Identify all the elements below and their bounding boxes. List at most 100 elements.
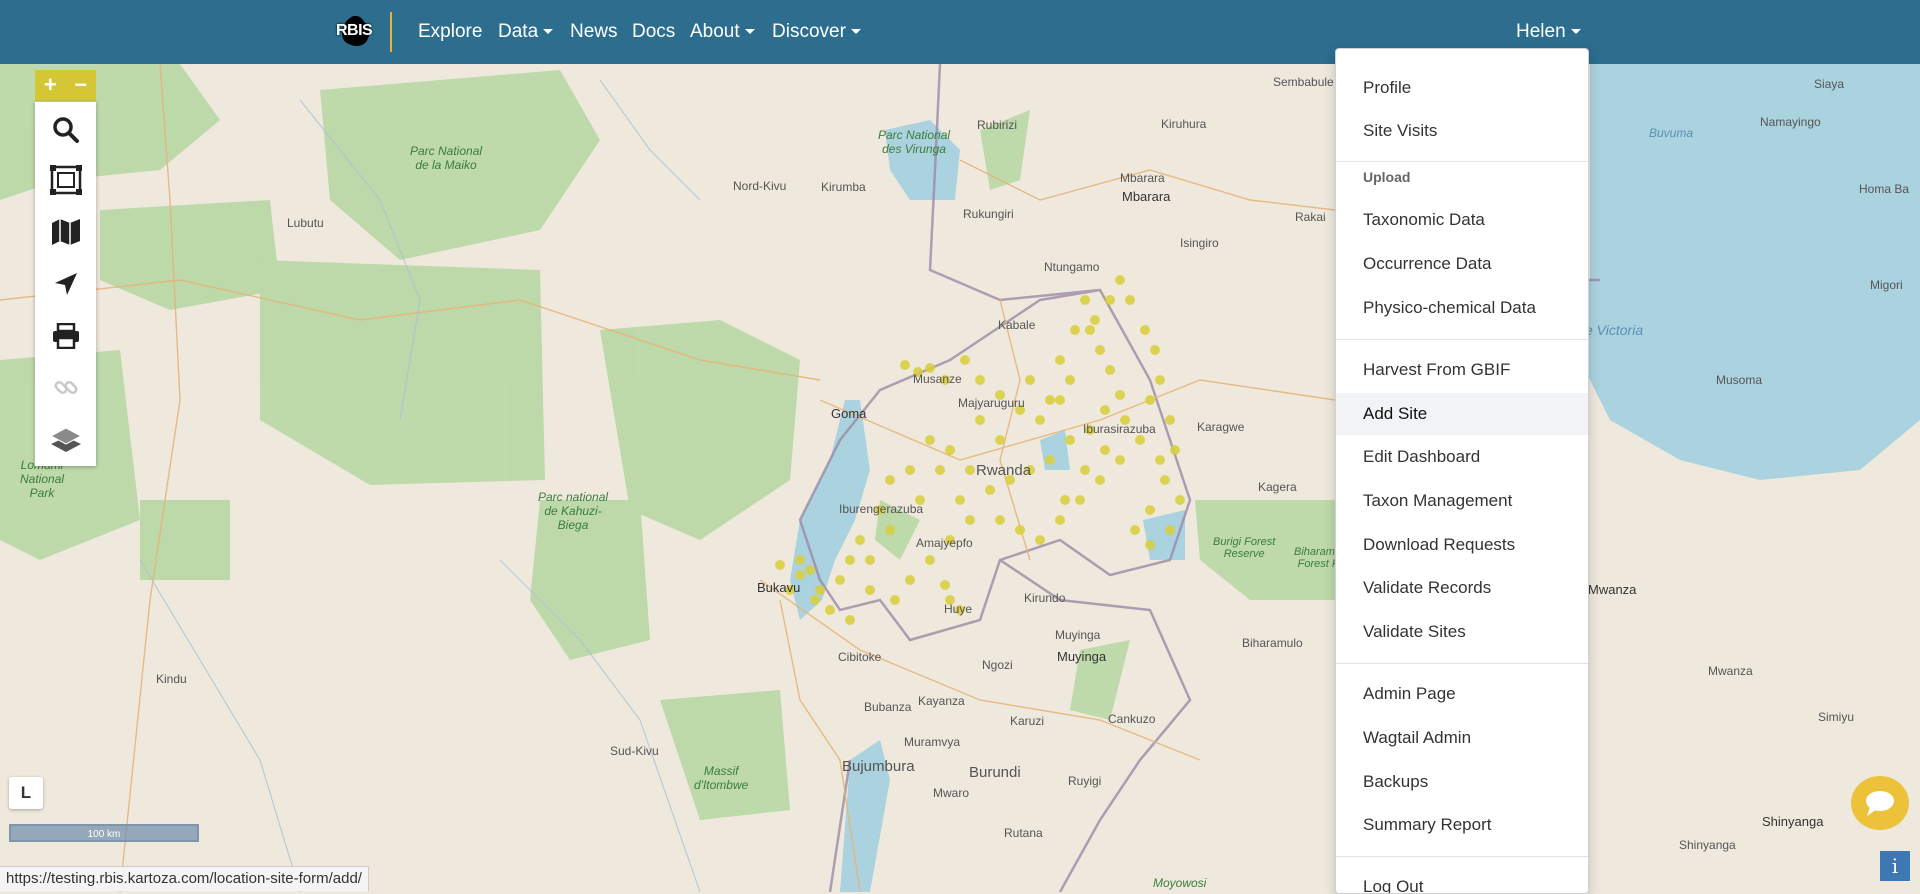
- nav-about[interactable]: About: [690, 21, 755, 43]
- map-label-karagwe: Karagwe: [1197, 420, 1245, 434]
- map-label-parc-virunga: Parc National des Virunga: [878, 128, 951, 156]
- rbis-logo[interactable]: RBIS: [336, 12, 378, 52]
- top-navbar: RBIS Explore Data News Docs About Discov…: [0, 0, 1920, 64]
- map-label-siaya: Siaya: [1814, 77, 1845, 91]
- legend-toggle-button[interactable]: L: [9, 777, 43, 809]
- map-label-kahuzi-biega: Parc national de Kahuzi- Biega: [538, 490, 609, 532]
- map-label-ngozi: Ngozi: [982, 658, 1013, 672]
- map-label-musanze: Musanze: [913, 372, 962, 386]
- map-label-ntungamo: Ntungamo: [1044, 260, 1100, 274]
- zoom-extent-button[interactable]: [35, 156, 96, 204]
- map-label-mbarara-city: Mbarara: [1122, 189, 1171, 204]
- map-canvas[interactable]: Parc National de la Maiko Parc National …: [0, 64, 1920, 892]
- caret-down-icon: [543, 29, 554, 35]
- caret-down-icon: [1570, 29, 1581, 35]
- caret-down-icon: [850, 29, 861, 35]
- map-label-goma: Goma: [831, 406, 867, 421]
- map-toolbar: [35, 102, 96, 466]
- zoom-in-button[interactable]: +: [35, 70, 66, 101]
- map-label-muyinga-region: Muyinga: [1055, 628, 1101, 642]
- map-label-kagera: Kagera: [1258, 480, 1297, 494]
- zoom-controls: + −: [35, 70, 96, 101]
- nav-docs[interactable]: Docs: [632, 21, 675, 43]
- map-label-burundi: Burundi: [969, 764, 1021, 781]
- menu-item-edit-dashboard[interactable]: Edit Dashboard: [1336, 437, 1588, 477]
- map-label-kirumba: Kirumba: [821, 180, 866, 194]
- chat-button[interactable]: [1851, 776, 1909, 830]
- menu-item-download-requests[interactable]: Download Requests: [1336, 525, 1588, 565]
- basemap-button[interactable]: [35, 208, 96, 256]
- locate-button[interactable]: [35, 260, 96, 308]
- nav-explore[interactable]: Explore: [418, 21, 482, 43]
- search-button[interactable]: [35, 106, 96, 154]
- map-label-amajyepfo: Amajyepfo: [916, 536, 973, 550]
- map-label-rakai: Rakai: [1295, 210, 1326, 224]
- map-label-rukungiri: Rukungiri: [963, 207, 1014, 221]
- menu-item-taxonomic-data[interactable]: Taxonomic Data: [1336, 200, 1588, 240]
- nav-discover[interactable]: Discover: [772, 21, 861, 43]
- chat-bubble-icon: [1866, 791, 1894, 816]
- status-bar-url: https://testing.rbis.kartoza.com/locatio…: [0, 866, 369, 891]
- user-dropdown-menu: Profile Site Visits Upload Taxonomic Dat…: [1335, 48, 1589, 894]
- map-label-rwanda: Rwanda: [976, 462, 1032, 479]
- search-icon: [52, 117, 79, 143]
- layers-icon: [49, 427, 82, 452]
- menu-item-validate-records[interactable]: Validate Records: [1336, 568, 1588, 608]
- menu-item-profile[interactable]: Profile: [1336, 68, 1588, 108]
- menu-item-summary-report[interactable]: Summary Report: [1336, 805, 1588, 845]
- nav-user-menu[interactable]: Helen: [1516, 21, 1581, 43]
- map-label-mwanza-city: Mwanza: [1588, 582, 1637, 597]
- scale-bar: 100 km: [9, 824, 199, 842]
- map-label-muramvya: Muramvya: [904, 735, 961, 749]
- menu-item-occurrence-data[interactable]: Occurrence Data: [1336, 244, 1588, 284]
- map-label-migori: Migori: [1870, 278, 1903, 292]
- caret-down-icon: [744, 29, 755, 35]
- layers-button[interactable]: [35, 416, 96, 464]
- map-label-shinyanga-region: Shinyanga: [1679, 838, 1736, 852]
- map-label-kiruhura: Kiruhura: [1161, 117, 1207, 131]
- menu-item-site-visits[interactable]: Site Visits: [1336, 111, 1588, 151]
- menu-item-taxon-management[interactable]: Taxon Management: [1336, 481, 1588, 521]
- map-label-sembabule: Sembabule: [1273, 75, 1334, 89]
- menu-divider: [1336, 161, 1588, 162]
- map-label-karuzi: Karuzi: [1010, 714, 1045, 728]
- map-label-muyinga: Muyinga: [1057, 649, 1107, 664]
- map-label-mwanza-region: Mwanza: [1708, 664, 1753, 678]
- map-label-majyaruguru: Majyaruguru: [958, 396, 1025, 410]
- map-label-rutana: Rutana: [1004, 826, 1043, 840]
- menu-divider: [1336, 856, 1588, 857]
- map-label-ruyigi: Ruyigi: [1068, 774, 1102, 788]
- map-label-buvuma: Buvuma: [1649, 126, 1694, 140]
- menu-item-log-out[interactable]: Log Out: [1336, 867, 1588, 893]
- menu-item-physico-chemical-data[interactable]: Physico-chemical Data: [1336, 288, 1588, 328]
- nav-news[interactable]: News: [570, 21, 618, 43]
- map-label-parc-maiko: Parc National de la Maiko: [410, 144, 483, 172]
- map-label-sud-kivu: Sud-Kivu: [610, 744, 659, 758]
- locate-arrow-icon: [54, 273, 77, 295]
- share-link-button[interactable]: [35, 364, 96, 412]
- map-label-bubanza: Bubanza: [864, 700, 912, 714]
- menu-item-admin-page[interactable]: Admin Page: [1336, 674, 1588, 714]
- menu-divider: [1336, 339, 1588, 340]
- map-label-itombwe: Massif d'Itombwe: [694, 764, 749, 792]
- zoom-out-button[interactable]: −: [66, 70, 97, 101]
- map-label-kayanza: Kayanza: [918, 694, 965, 708]
- menu-item-add-site[interactable]: Add Site: [1336, 393, 1588, 435]
- map-label-simiyu: Simiyu: [1818, 710, 1855, 724]
- map-label-lake-victoria: e Victoria: [1585, 322, 1644, 338]
- menu-item-harvest-gbif[interactable]: Harvest From GBIF: [1336, 350, 1588, 390]
- map-label-homa-bay: Homa Ba: [1859, 182, 1910, 196]
- info-button[interactable]: i: [1880, 851, 1910, 881]
- nav-data[interactable]: Data: [498, 21, 554, 43]
- menu-item-wagtail-admin[interactable]: Wagtail Admin: [1336, 718, 1588, 758]
- map-label-bujumbura: Bujumbura: [842, 758, 915, 775]
- map-label-burigi: Burigi Forest Reserve: [1213, 536, 1276, 560]
- menu-item-validate-sites[interactable]: Validate Sites: [1336, 612, 1588, 652]
- menu-item-backups[interactable]: Backups: [1336, 762, 1588, 802]
- map-label-isingiro: Isingiro: [1180, 236, 1219, 250]
- map-label-huye: Huye: [944, 602, 973, 616]
- map-label-shinyanga-city: Shinyanga: [1762, 814, 1824, 829]
- map-label-lubutu: Lubutu: [287, 216, 324, 230]
- map-label-namayingo: Namayingo: [1760, 115, 1821, 129]
- print-button[interactable]: [35, 312, 96, 360]
